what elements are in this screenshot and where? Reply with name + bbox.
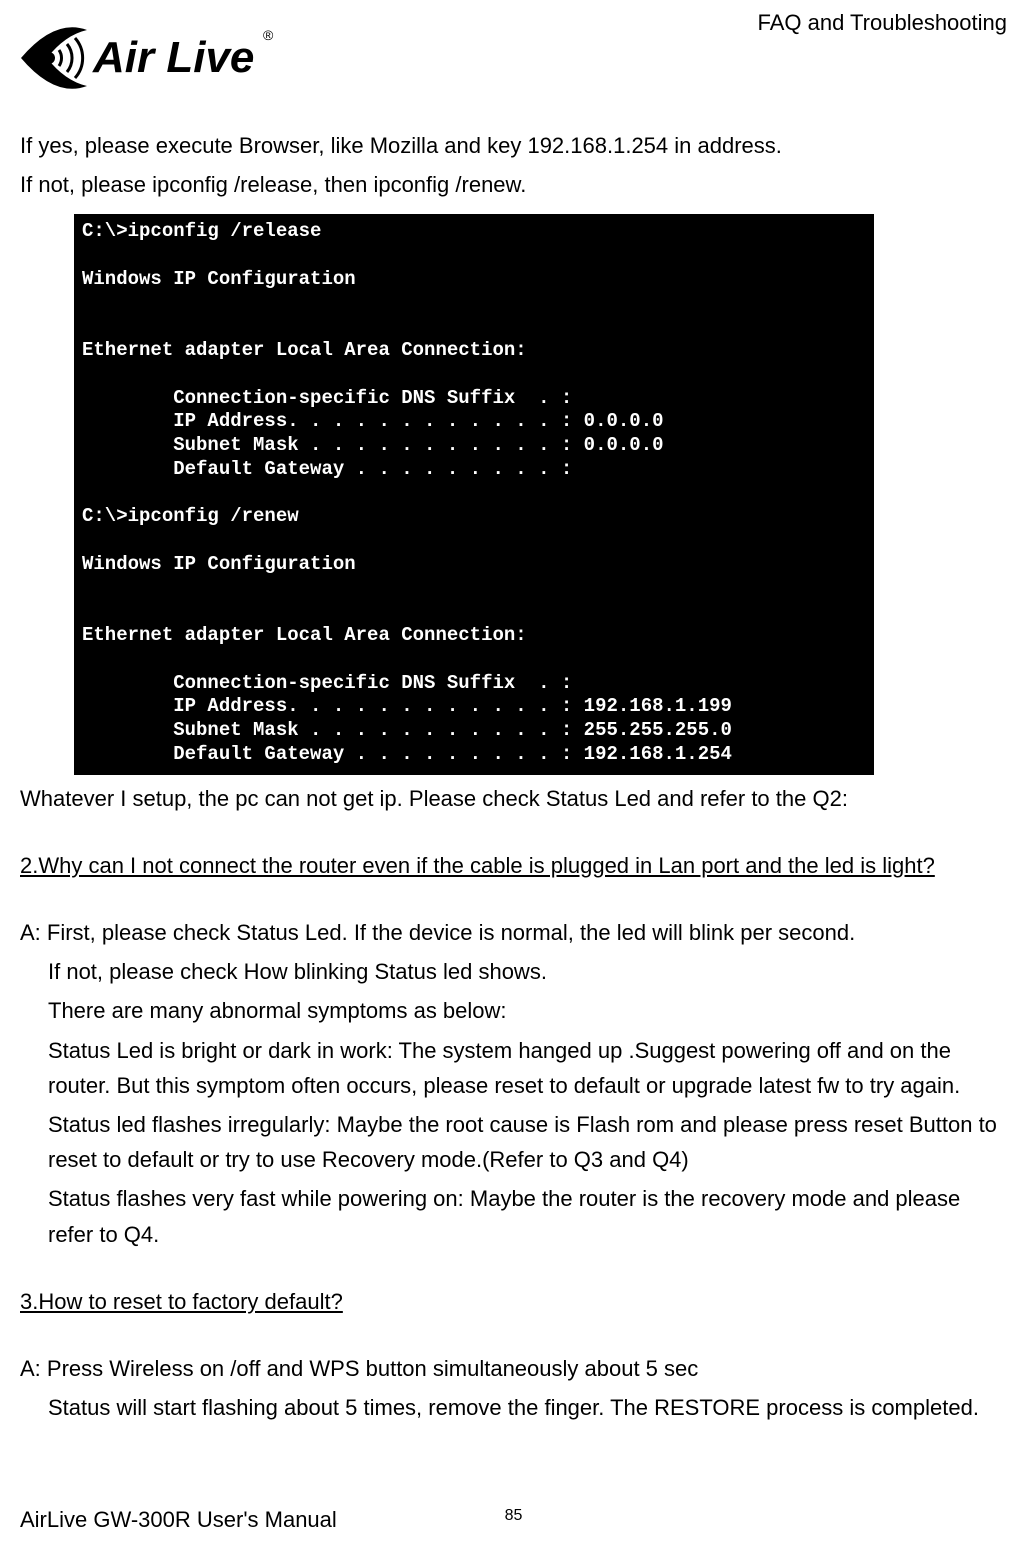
airlive-logo-icon: Air Live ® xyxy=(15,10,275,105)
intro-line-1: If yes, please execute Browser, like Moz… xyxy=(20,128,1007,163)
q2-question: 2.Why can I not connect the router even … xyxy=(20,848,1007,883)
q2-answer-line6: Status flashes very fast while powering … xyxy=(20,1181,1007,1251)
q2-answer-line5: Status led flashes irregularly: Maybe th… xyxy=(20,1107,1007,1177)
manual-title: AirLive GW-300R User's Manual xyxy=(20,1507,337,1533)
post-terminal-text: Whatever I setup, the pc can not get ip.… xyxy=(20,781,1007,816)
logo-registered: ® xyxy=(263,27,274,43)
terminal-screenshot: C:\>ipconfig /release Windows IP Configu… xyxy=(74,214,874,774)
q3-answer-line2: Status will start flashing about 5 times… xyxy=(20,1390,1007,1425)
q3-answer-line1: A: Press Wireless on /off and WPS button… xyxy=(20,1351,1007,1386)
body-content: If yes, please execute Browser, like Moz… xyxy=(20,128,1007,1425)
page-number: 85 xyxy=(505,1507,523,1525)
section-title: FAQ and Troubleshooting xyxy=(758,10,1008,36)
page-footer: AirLive GW-300R User's Manual 85 xyxy=(20,1507,1007,1533)
document-page: Air Live ® FAQ and Troubleshooting If ye… xyxy=(0,0,1027,1553)
q2-answer-line4: Status Led is bright or dark in work: Th… xyxy=(20,1033,1007,1103)
q2-answer-line2: If not, please check How blinking Status… xyxy=(20,954,1007,989)
q3-question: 3.How to reset to factory default? xyxy=(20,1284,1007,1319)
logo-text: Air Live xyxy=(92,33,254,82)
brand-logo: Air Live ® xyxy=(15,10,275,110)
q2-answer-line1: A: First, please check Status Led. If th… xyxy=(20,915,1007,950)
intro-line-2: If not, please ipconfig /release, then i… xyxy=(20,167,1007,202)
page-header: Air Live ® FAQ and Troubleshooting xyxy=(20,10,1007,110)
q2-answer-line3: There are many abnormal symptoms as belo… xyxy=(20,993,1007,1028)
